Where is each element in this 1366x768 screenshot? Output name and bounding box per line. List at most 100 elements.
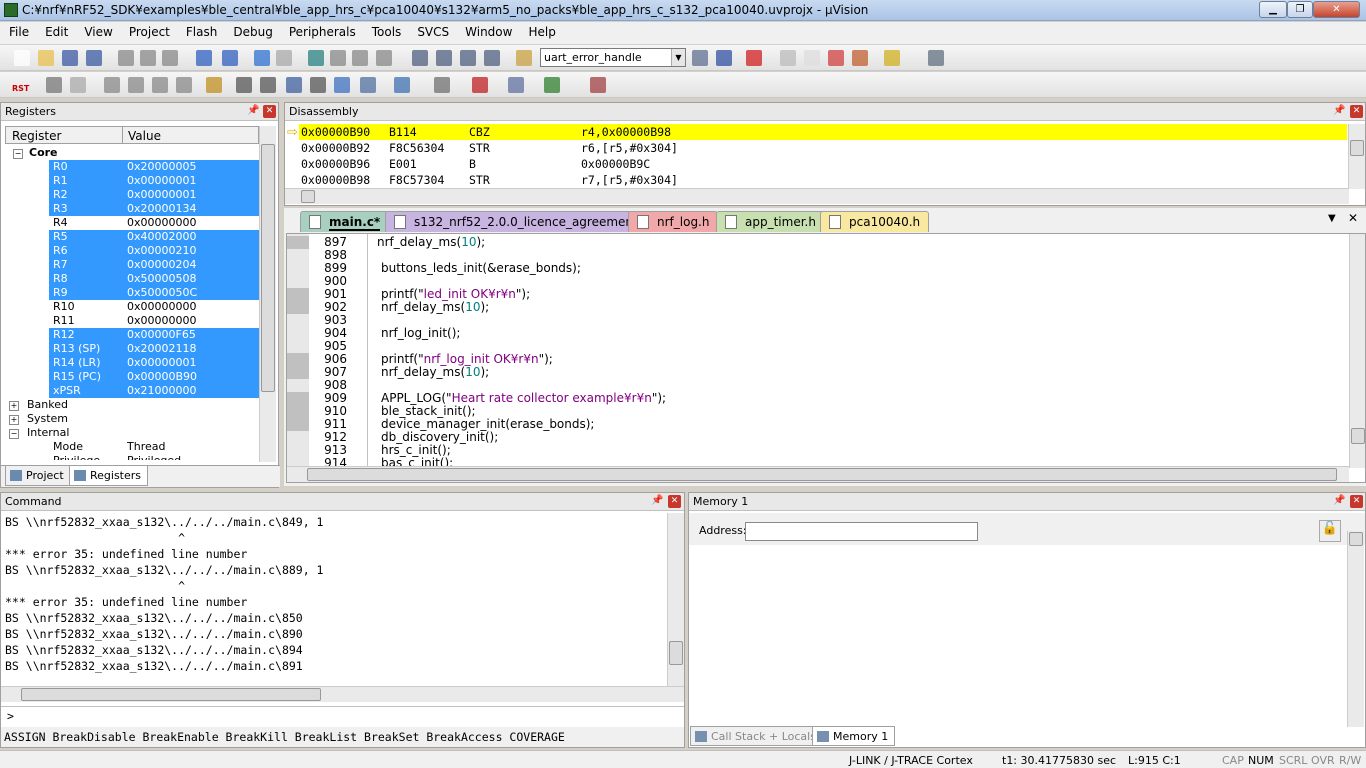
column-value[interactable]: Value [128, 129, 161, 143]
toolbar-icon-1[interactable] [38, 50, 54, 66]
toolbar-icon-r6[interactable] [852, 50, 868, 66]
menu-window[interactable]: Window [456, 22, 519, 39]
debug-icon-7[interactable] [236, 77, 252, 93]
toolbar-icon-r8[interactable] [928, 50, 944, 66]
editor-scrollbar[interactable] [1349, 234, 1365, 468]
function-combo[interactable]: uart_error_handle ▼ [540, 48, 686, 67]
menu-debug[interactable]: Debug [224, 22, 279, 39]
toolbar-icon-15[interactable] [412, 50, 428, 66]
toolbar-icon-r1[interactable] [716, 50, 732, 66]
register-row[interactable]: R10 0x00000000 [49, 300, 259, 314]
register-row[interactable]: xPSR 0x21000000 [49, 384, 259, 398]
debug-icon-0[interactable] [46, 77, 62, 93]
toolbar-icon-8[interactable] [222, 50, 238, 66]
register-row[interactable]: R11 0x00000000 [49, 314, 259, 328]
menu-flash[interactable]: Flash [177, 22, 224, 39]
pin-icon[interactable]: 📌 [1333, 495, 1345, 506]
disassembly-row[interactable]: 0x00000B98 F8C57304 STR r7,[r5,#0x304] [299, 172, 1347, 188]
menu-edit[interactable]: Edit [36, 22, 75, 39]
command-hscrollbar[interactable] [1, 686, 684, 702]
tab-registers[interactable]: Registers [69, 466, 149, 486]
debug-icon-16[interactable] [508, 77, 524, 93]
toolbar-icon-6[interactable] [162, 50, 178, 66]
register-group-banked[interactable]: + Banked [9, 398, 68, 412]
expand-icon[interactable]: + [9, 415, 19, 425]
minimize-button[interactable]: ▁ [1259, 1, 1287, 18]
register-row[interactable]: R0 0x20000005 [49, 160, 259, 174]
expand-icon[interactable]: − [9, 429, 19, 439]
register-row[interactable]: R2 0x00000001 [49, 188, 259, 202]
toolbar-icon-13[interactable] [352, 50, 368, 66]
register-row[interactable]: R13 (SP) 0x20002118 [49, 342, 259, 356]
register-row[interactable]: R8 0x50000508 [49, 272, 259, 286]
debug-icon-15[interactable] [472, 77, 488, 93]
expand-icon[interactable]: − [13, 149, 23, 159]
debug-icon-3[interactable] [128, 77, 144, 93]
editor-tab-0[interactable]: main.c* [300, 211, 390, 232]
disassembly-hscrollbar[interactable] [285, 188, 1349, 204]
address-input[interactable] [745, 522, 978, 541]
toolbar-icon-12[interactable] [330, 50, 346, 66]
toolbar-icon-4[interactable] [118, 50, 134, 66]
close-icon[interactable]: ✕ [668, 495, 681, 508]
pin-icon[interactable]: 📌 [651, 495, 663, 506]
lock-icon[interactable]: 🔓 [1319, 520, 1341, 542]
register-row[interactable]: R9 0x5000050C [49, 286, 259, 300]
close-icon[interactable]: ✕ [1350, 105, 1363, 118]
toolbar-icon-9[interactable] [254, 50, 270, 66]
register-row[interactable]: R1 0x00000001 [49, 174, 259, 188]
toolbar-icon-2[interactable] [62, 50, 78, 66]
toolbar-icon-11[interactable] [308, 50, 324, 66]
close-icon[interactable]: ✕ [263, 105, 276, 118]
disassembly-row[interactable]: 0x00000B96 E001 B 0x00000B9C [299, 156, 1347, 172]
tab-project[interactable]: Project [5, 466, 71, 486]
register-group-core[interactable]: − Core [13, 146, 58, 160]
debug-icon-8[interactable] [260, 77, 276, 93]
debug-icon-12[interactable] [360, 77, 376, 93]
close-editor-icon[interactable]: ✕ [1348, 211, 1358, 225]
register-row[interactable]: R5 0x40002000 [49, 230, 259, 244]
register-group-internal[interactable]: − Internal [9, 426, 69, 440]
editor-hscrollbar[interactable] [287, 466, 1349, 482]
debug-icon-17[interactable] [544, 77, 560, 93]
tab-call-stack-locals[interactable]: Call Stack + Locals [690, 726, 823, 746]
toolbar-icon-7[interactable] [196, 50, 212, 66]
menu-peripherals[interactable]: Peripherals [280, 22, 363, 39]
editor-tab-4[interactable]: pca10040.h [820, 211, 930, 232]
disassembly-scrollbar[interactable] [1348, 124, 1365, 189]
menu-help[interactable]: Help [519, 22, 562, 39]
reset-button[interactable]: RST [12, 76, 32, 94]
toolbar-icon-r7[interactable] [884, 50, 900, 66]
debug-icon-18[interactable] [590, 77, 606, 93]
register-row[interactable]: R15 (PC) 0x00000B90 [49, 370, 259, 384]
toolbar-icon-17[interactable] [460, 50, 476, 66]
toolbar-icon-5[interactable] [140, 50, 156, 66]
command-input[interactable]: > [1, 706, 684, 726]
menu-file[interactable]: File [0, 22, 36, 39]
toolbar-icon-16[interactable] [436, 50, 452, 66]
toolbar-icon-r0[interactable] [692, 50, 708, 66]
register-row[interactable]: R7 0x00000204 [49, 258, 259, 272]
register-row[interactable]: R4 0x00000000 [49, 216, 259, 230]
pin-icon[interactable]: 📌 [247, 105, 259, 116]
expand-icon[interactable]: + [9, 401, 19, 411]
toolbar-icon-r5[interactable] [828, 50, 844, 66]
register-row[interactable]: R3 0x20000134 [49, 202, 259, 216]
column-register[interactable]: Register [12, 129, 61, 143]
register-row[interactable]: Privilege Privileged [49, 454, 259, 460]
debug-icon-14[interactable] [434, 77, 450, 93]
command-scrollbar[interactable] [667, 513, 684, 687]
tab-memory-1[interactable]: Memory 1 [812, 726, 896, 746]
pin-icon[interactable]: 📌 [1333, 105, 1345, 116]
debug-icon-5[interactable] [176, 77, 192, 93]
debug-icon-6[interactable] [206, 77, 222, 93]
register-group-system[interactable]: + System [9, 412, 68, 426]
register-row[interactable]: Mode Thread [49, 440, 259, 454]
toolbar-icon-19[interactable] [516, 50, 532, 66]
editor-tab-3[interactable]: app_timer.h [716, 211, 825, 232]
debug-icon-10[interactable] [310, 77, 326, 93]
editor-tab-1[interactable]: s132_nrf52_2.0.0_licence_agreement.txt [385, 211, 668, 232]
menu-svcs[interactable]: SVCS [408, 22, 456, 39]
editor-tab-2[interactable]: nrf_log.h [628, 211, 719, 232]
debug-icon-13[interactable] [394, 77, 410, 93]
